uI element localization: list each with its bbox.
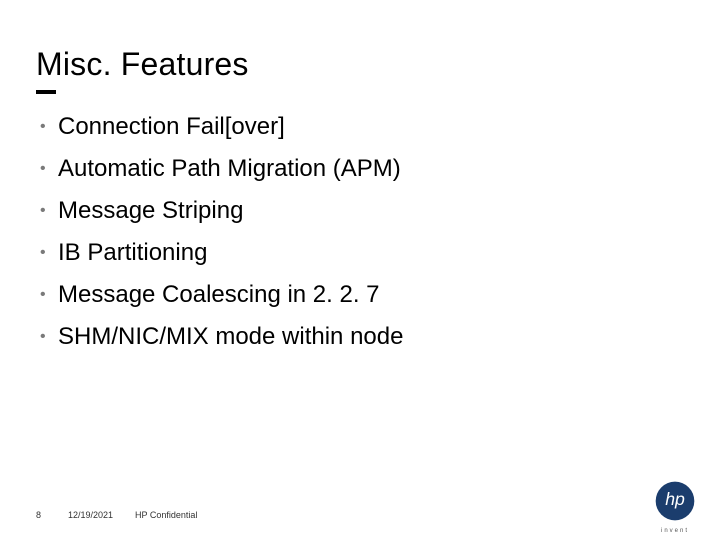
page-title: Misc. Features bbox=[36, 46, 249, 83]
list-item: • SHM/NIC/MIX mode within node bbox=[40, 322, 680, 352]
list-item-label: SHM/NIC/MIX mode within node bbox=[58, 322, 403, 352]
svg-text:hp: hp bbox=[665, 489, 685, 509]
hp-logo-tagline: invent bbox=[654, 528, 696, 534]
list-item: • Message Coalescing in 2. 2. 7 bbox=[40, 280, 680, 310]
list-item: • Automatic Path Migration (APM) bbox=[40, 154, 680, 184]
list-item: • Message Striping bbox=[40, 196, 680, 226]
list-item-label: Connection Fail[over] bbox=[58, 112, 285, 142]
list-item: • Connection Fail[over] bbox=[40, 112, 680, 142]
title-underline bbox=[36, 90, 56, 94]
footer-date: 12/19/2021 bbox=[68, 510, 113, 520]
list-item-label: IB Partitioning bbox=[58, 238, 207, 268]
feature-list: • Connection Fail[over] • Automatic Path… bbox=[40, 112, 680, 364]
page-number: 8 bbox=[36, 510, 46, 520]
list-item-label: Automatic Path Migration (APM) bbox=[58, 154, 401, 184]
list-item-label: Message Striping bbox=[58, 196, 243, 226]
footer-confidential: HP Confidential bbox=[135, 510, 197, 520]
bullet-icon: • bbox=[40, 154, 58, 184]
footer: 8 12/19/2021 HP Confidential bbox=[36, 510, 197, 520]
bullet-icon: • bbox=[40, 196, 58, 226]
bullet-icon: • bbox=[40, 280, 58, 310]
list-item-label: Message Coalescing in 2. 2. 7 bbox=[58, 280, 380, 310]
list-item: • IB Partitioning bbox=[40, 238, 680, 268]
bullet-icon: • bbox=[40, 322, 58, 352]
bullet-icon: • bbox=[40, 238, 58, 268]
hp-logo-icon: hp bbox=[654, 480, 696, 522]
bullet-icon: • bbox=[40, 112, 58, 142]
